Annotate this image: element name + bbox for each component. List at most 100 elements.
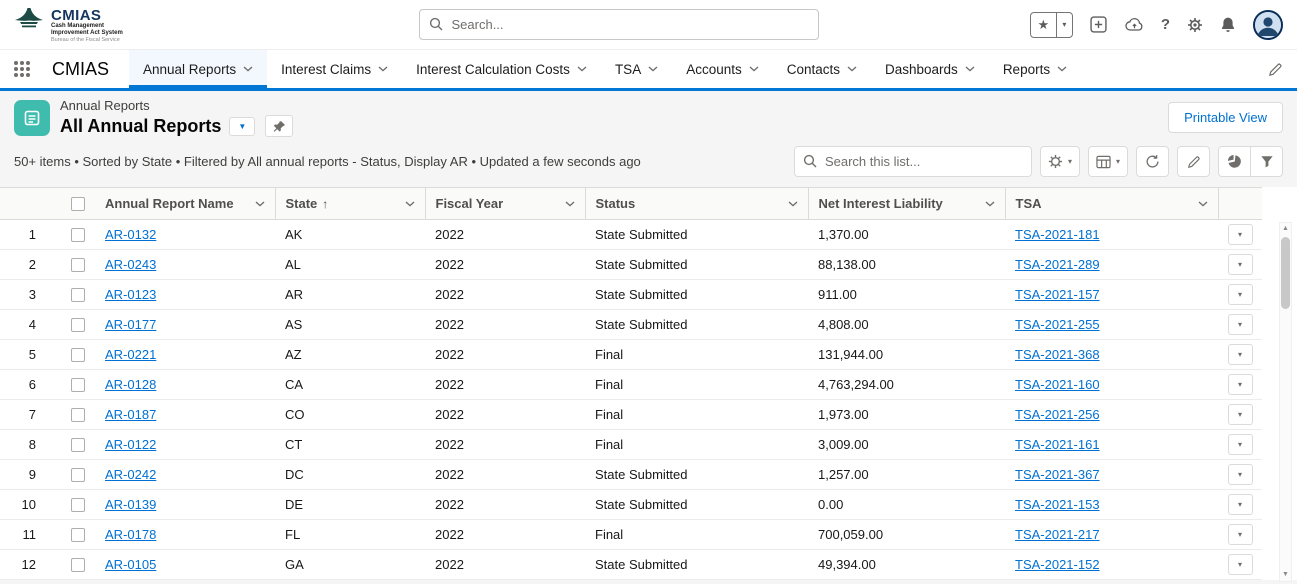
tsa-link[interactable]: TSA-2021-256 <box>1015 407 1100 422</box>
annual-report-link[interactable]: AR-0123 <box>105 287 156 302</box>
row-actions-button[interactable]: ▾ <box>1228 224 1253 245</box>
row-checkbox[interactable] <box>71 228 85 242</box>
row-checkbox[interactable] <box>71 438 85 452</box>
row-number: 3 <box>0 280 60 310</box>
tsa-link[interactable]: TSA-2021-255 <box>1015 317 1100 332</box>
row-checkbox[interactable] <box>71 318 85 332</box>
chevron-down-icon[interactable] <box>788 201 798 207</box>
tab-contacts[interactable]: Contacts <box>773 50 871 88</box>
notifications-button[interactable] <box>1220 16 1236 33</box>
row-checkbox[interactable] <box>71 528 85 542</box>
help-button[interactable]: ? <box>1161 17 1170 33</box>
tab-accounts[interactable]: Accounts <box>672 50 773 88</box>
global-add-button[interactable] <box>1090 16 1107 33</box>
setup-button[interactable] <box>1187 17 1203 33</box>
row-checkbox[interactable] <box>71 498 85 512</box>
row-actions-button[interactable]: ▾ <box>1228 524 1253 545</box>
tsa-link[interactable]: TSA-2021-217 <box>1015 527 1100 542</box>
row-actions-button[interactable]: ▾ <box>1228 254 1253 275</box>
scrollbar-thumb[interactable] <box>1281 237 1290 309</box>
row-checkbox[interactable] <box>71 258 85 272</box>
tab-dashboards[interactable]: Dashboards <box>871 50 989 88</box>
tsa-link[interactable]: TSA-2021-157 <box>1015 287 1100 302</box>
row-checkbox[interactable] <box>71 378 85 392</box>
avatar[interactable] <box>1253 10 1283 40</box>
tsa-link[interactable]: TSA-2021-153 <box>1015 497 1100 512</box>
annual-report-link[interactable]: AR-0187 <box>105 407 156 422</box>
table-row: 12 AR-0105 GA 2022 State Submitted 49,39… <box>0 550 1262 580</box>
favorites-button[interactable]: ★ ▾ <box>1030 12 1073 38</box>
column-header-state[interactable]: State ↑ <box>275 188 425 220</box>
row-actions-button[interactable]: ▾ <box>1228 554 1253 575</box>
annual-report-link[interactable]: AR-0122 <box>105 437 156 452</box>
chevron-down-icon[interactable] <box>255 201 265 207</box>
list-view-selector-button[interactable]: ▼ <box>229 117 255 136</box>
tab-reports[interactable]: Reports <box>989 50 1081 88</box>
vertical-scrollbar[interactable]: ▲ ▼ <box>1279 222 1292 582</box>
tsa-link[interactable]: TSA-2021-368 <box>1015 347 1100 362</box>
app-launcher-button[interactable] <box>14 50 40 88</box>
tab-tsa[interactable]: TSA <box>601 50 672 88</box>
chevron-down-icon <box>378 66 388 72</box>
tsa-link[interactable]: TSA-2021-289 <box>1015 257 1100 272</box>
row-checkbox[interactable] <box>71 468 85 482</box>
row-checkbox[interactable] <box>71 558 85 572</box>
annual-report-link[interactable]: AR-0242 <box>105 467 156 482</box>
scroll-down-icon[interactable]: ▼ <box>1282 569 1289 581</box>
chevron-down-icon[interactable] <box>565 201 575 207</box>
column-header-status[interactable]: Status <box>585 188 808 220</box>
upload-button[interactable] <box>1124 17 1144 32</box>
annual-report-link[interactable]: AR-0178 <box>105 527 156 542</box>
row-actions-button[interactable]: ▾ <box>1228 494 1253 515</box>
tab-interest-calculation-costs[interactable]: Interest Calculation Costs <box>402 50 601 88</box>
chevron-down-icon[interactable] <box>1198 201 1208 207</box>
column-header-tsa[interactable]: TSA <box>1005 188 1218 220</box>
list-view-controls-button[interactable]: ▾ <box>1040 146 1080 177</box>
filters-button[interactable] <box>1250 146 1283 177</box>
sort-ascending-icon: ↑ <box>322 197 328 211</box>
column-header-annual-report-name[interactable]: Annual Report Name <box>95 188 275 220</box>
chevron-down-icon[interactable] <box>405 201 415 207</box>
printable-view-button[interactable]: Printable View <box>1168 102 1283 133</box>
tab-annual-reports[interactable]: Annual Reports <box>129 50 267 88</box>
tsa-link[interactable]: TSA-2021-160 <box>1015 377 1100 392</box>
row-checkbox[interactable] <box>71 408 85 422</box>
column-header-fiscal-year[interactable]: Fiscal Year <box>425 188 585 220</box>
row-actions-button[interactable]: ▾ <box>1228 314 1253 335</box>
refresh-button[interactable] <box>1136 146 1169 177</box>
select-all-checkbox[interactable] <box>71 197 85 211</box>
row-checkbox[interactable] <box>71 348 85 362</box>
row-actions-button[interactable]: ▾ <box>1228 374 1253 395</box>
pin-list-button[interactable] <box>265 115 293 137</box>
annual-report-link[interactable]: AR-0139 <box>105 497 156 512</box>
annual-report-link[interactable]: AR-0132 <box>105 227 156 242</box>
column-header-net-interest-liability[interactable]: Net Interest Liability <box>808 188 1005 220</box>
row-actions-button[interactable]: ▾ <box>1228 284 1253 305</box>
row-actions-button[interactable]: ▾ <box>1228 464 1253 485</box>
list-view-table: Annual Report Name State ↑ Fiscal Year <box>0 187 1297 580</box>
display-as-button[interactable]: ▾ <box>1088 146 1128 177</box>
tsa-link[interactable]: TSA-2021-161 <box>1015 437 1100 452</box>
annual-report-link[interactable]: AR-0128 <box>105 377 156 392</box>
annual-report-link[interactable]: AR-0105 <box>105 557 156 572</box>
scroll-up-icon[interactable]: ▲ <box>1282 223 1289 235</box>
annual-report-link[interactable]: AR-0177 <box>105 317 156 332</box>
global-search-input[interactable] <box>419 9 819 40</box>
tsa-link[interactable]: TSA-2021-181 <box>1015 227 1100 242</box>
row-actions-button[interactable]: ▾ <box>1228 344 1253 365</box>
row-actions-button[interactable]: ▾ <box>1228 404 1253 425</box>
charts-button[interactable] <box>1218 146 1251 177</box>
fiscal-year-cell: 2022 <box>425 280 585 310</box>
row-actions-button[interactable]: ▾ <box>1228 434 1253 455</box>
inline-edit-button[interactable] <box>1177 146 1210 177</box>
tsa-link[interactable]: TSA-2021-367 <box>1015 467 1100 482</box>
list-search-input[interactable] <box>794 146 1032 177</box>
annual-report-link[interactable]: AR-0243 <box>105 257 156 272</box>
tsa-link[interactable]: TSA-2021-152 <box>1015 557 1100 572</box>
tab-interest-claims[interactable]: Interest Claims <box>267 50 402 88</box>
search-icon <box>803 154 817 168</box>
chevron-down-icon[interactable] <box>985 201 995 207</box>
annual-report-link[interactable]: AR-0221 <box>105 347 156 362</box>
row-checkbox[interactable] <box>71 288 85 302</box>
nav-edit-button[interactable] <box>1268 50 1283 88</box>
